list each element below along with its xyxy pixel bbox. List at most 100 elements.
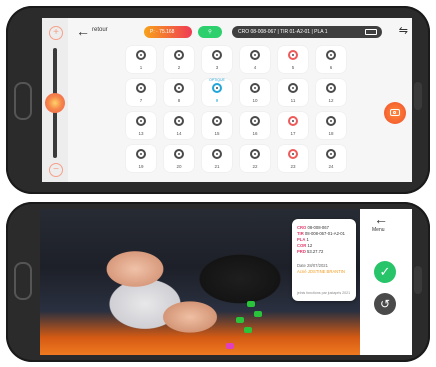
undo-icon[interactable]: ↺ [374, 293, 396, 315]
port-button[interactable]: 6 [316, 46, 346, 73]
port-label: 19 [138, 164, 144, 169]
fiber-port-icon [174, 50, 184, 60]
port-button[interactable]: 16 [240, 112, 270, 139]
port-button[interactable]: 7 [126, 79, 156, 106]
camera-button[interactable] [384, 102, 406, 124]
port-button[interactable]: 10 [240, 79, 270, 106]
cro-value: 08-008-067 [307, 225, 329, 230]
pla-value: 1 [306, 237, 309, 242]
port-button[interactable]: 2 [164, 46, 194, 73]
side-button [414, 82, 422, 110]
port-button[interactable]: 5 [278, 46, 308, 73]
fiber-port-icon [212, 83, 222, 93]
port-tag: OPTIQUE [209, 78, 225, 82]
user-line: Acné JOSTINE BRANTIN [297, 269, 345, 274]
minus-icon[interactable]: − [49, 163, 63, 177]
card-footer: jelnis fonctions par justapris 2021 [297, 291, 351, 295]
port-label: 8 [177, 98, 181, 103]
info-card: CRO 08-008-067 TIR 08-008-067-01-A2-01 P… [292, 219, 356, 301]
fiber-port-icon [326, 116, 336, 126]
fiber-port-icon [250, 116, 260, 126]
prd-value: 53.27.72 [307, 249, 324, 254]
port-button[interactable]: 19 [126, 145, 156, 172]
pink-connector [226, 343, 234, 349]
tir-value: 08-008-067-01-A2-01 [304, 231, 345, 236]
fiber-port-icon [212, 116, 222, 126]
fiber-port-icon [326, 83, 336, 93]
port-button[interactable]: 21 [202, 145, 232, 172]
port-label: 11 [290, 98, 296, 103]
port-button[interactable]: 23 [278, 145, 308, 172]
fiber-port-icon [250, 50, 260, 60]
prd-key: PRD [297, 249, 306, 254]
port-label: 10 [252, 98, 258, 103]
tir-key: TIR [297, 231, 304, 236]
port-label: 3 [215, 65, 219, 70]
fiber-port-icon [174, 83, 184, 93]
back-arrow-icon[interactable]: ← [76, 24, 90, 38]
plus-icon[interactable]: + [49, 26, 63, 40]
port-button[interactable]: OPTIQUE 9 [202, 78, 232, 106]
fiber-port-icon [326, 149, 336, 159]
fiber-port-icon [250, 83, 260, 93]
fiber-port-icon [212, 149, 222, 159]
battery-icon [365, 29, 377, 35]
port-label: 21 [214, 164, 220, 169]
brightness-slider[interactable]: + − [42, 18, 68, 182]
port-button[interactable]: 22 [240, 145, 270, 172]
side-button [414, 266, 422, 294]
port-button[interactable]: 12 [316, 79, 346, 106]
fiber-port-icon [288, 149, 298, 159]
phone-bottom: CRO 08-008-067 TIR 08-008-067-01-A2-01 P… [6, 202, 430, 362]
port-button[interactable]: 3 [202, 46, 232, 73]
port-label: 14 [176, 131, 182, 136]
port-button[interactable]: 18 [316, 112, 346, 139]
home-button [14, 262, 32, 300]
sliders-icon[interactable]: ⇋ [399, 24, 408, 37]
port-button[interactable]: 24 [316, 145, 346, 172]
fiber-port-icon [136, 116, 146, 126]
cor-key: COR [297, 243, 307, 248]
fiber-port-icon [136, 50, 146, 60]
location-pill: CRO 08-008-067 | TIR 01-A2-01 | PLA 1 [232, 26, 382, 38]
fiber-port-icon [174, 149, 184, 159]
confirm-check-icon[interactable]: ✓ [374, 261, 396, 283]
sun-icon[interactable] [45, 93, 65, 113]
port-button[interactable]: 14 [164, 112, 194, 139]
green-connector [247, 301, 255, 307]
menu-label[interactable]: Menu [372, 227, 385, 233]
back-arrow-icon[interactable]: ← [374, 212, 388, 226]
link-status-pill: ⚲ [198, 26, 222, 38]
orange-status-pill: P: · 75.168 [144, 26, 192, 38]
port-label: 5 [291, 65, 295, 70]
fiber-port-icon [250, 149, 260, 159]
fiber-port-icon [326, 50, 336, 60]
port-label: 17 [290, 131, 296, 136]
port-label: 7 [139, 98, 143, 103]
port-button[interactable]: 4 [240, 46, 270, 73]
fiber-port-icon [288, 50, 298, 60]
port-label: 13 [138, 131, 144, 136]
port-button[interactable]: 1 [126, 46, 156, 73]
port-button[interactable]: 8 [164, 79, 194, 106]
port-label: 23 [290, 164, 296, 169]
fiber-port-icon [136, 149, 146, 159]
green-connector [236, 317, 244, 323]
port-button[interactable]: 17 [278, 112, 308, 139]
cro-key: CRO [297, 225, 307, 230]
port-button[interactable]: 11 [278, 79, 308, 106]
location-text: CRO 08-008-067 | TIR 01-A2-01 | PLA 1 [238, 29, 328, 35]
cor-value: 12 [307, 243, 313, 248]
back-label[interactable]: retour [92, 27, 108, 33]
port-button[interactable]: 20 [164, 145, 194, 172]
fiber-port-icon [288, 116, 298, 126]
port-label: 9 [215, 98, 219, 103]
port-button[interactable]: 13 [126, 112, 156, 139]
port-label: 22 [252, 164, 258, 169]
captured-photo: CRO 08-008-067 TIR 08-008-067-01-A2-01 P… [40, 209, 360, 355]
phone-top: + − ← retour P: · 75.168 ⚲ CRO 08-008-06… [6, 6, 430, 194]
date-line: Date 28/07/2021 [297, 263, 328, 268]
port-selection-screen: + − ← retour P: · 75.168 ⚲ CRO 08-008-06… [42, 18, 412, 182]
fiber-port-icon [174, 116, 184, 126]
port-button[interactable]: 15 [202, 112, 232, 139]
